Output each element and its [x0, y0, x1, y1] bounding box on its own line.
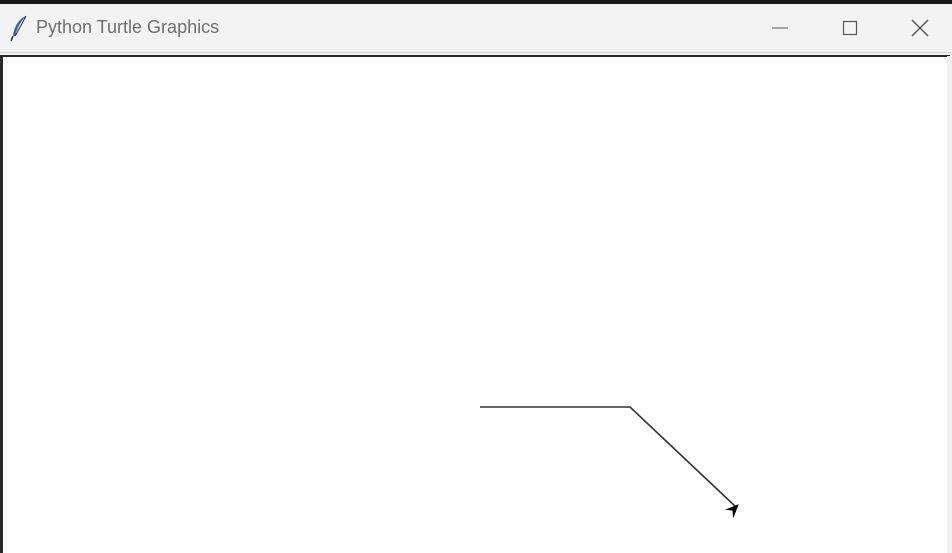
minimize-button[interactable]: [746, 4, 814, 52]
pen-path: [480, 406, 737, 508]
maximize-button[interactable]: [816, 4, 884, 52]
window-title: Python Turtle Graphics: [36, 17, 220, 37]
drawing-surface: [480, 406, 739, 519]
turtle-canvas[interactable]: [0, 55, 950, 553]
turtle-window: Python Turtle Graphics: [0, 0, 952, 553]
maximize-icon: [842, 20, 858, 36]
window-right-edge: [947, 56, 952, 553]
titlebar-separator: [0, 52, 952, 53]
title-bar[interactable]: Python Turtle Graphics: [0, 4, 952, 52]
turtle-arrow-icon: [724, 504, 739, 519]
minimize-icon: [772, 27, 788, 29]
feather-icon: [10, 15, 27, 42]
close-button[interactable]: [886, 4, 952, 52]
close-icon: [911, 19, 929, 37]
